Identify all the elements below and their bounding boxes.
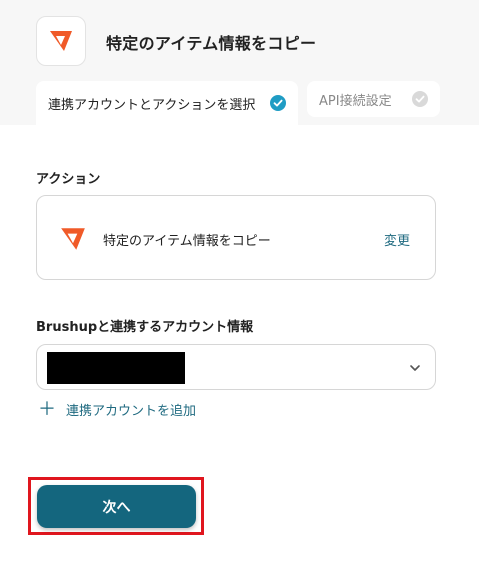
- action-card: 特定のアイテム情報をコピー 変更: [36, 195, 436, 280]
- redacted-account-value: [47, 352, 185, 384]
- chevron-down-icon: [410, 365, 420, 371]
- tab-api-settings[interactable]: API接続設定: [307, 81, 440, 117]
- account-select[interactable]: [36, 344, 436, 390]
- tab-account-action[interactable]: 連携アカウントとアクションを選択: [36, 81, 298, 125]
- action-name: 特定のアイテム情報をコピー: [103, 234, 271, 249]
- header: 特定のアイテム情報をコピー 連携アカウントとアクションを選択 API接続設定: [0, 0, 479, 125]
- action-section-label: アクション: [36, 172, 101, 187]
- plus-icon: ＋: [38, 398, 56, 420]
- tab-label: API接続設定: [319, 93, 392, 109]
- change-action-link[interactable]: 変更: [384, 230, 410, 249]
- check-circle-icon: [412, 91, 428, 107]
- account-section-label: Brushupと連携するアカウント情報: [36, 320, 254, 335]
- tab-label: 連携アカウントとアクションを選択: [48, 97, 256, 113]
- check-circle-icon: [270, 95, 286, 111]
- add-account-link[interactable]: ＋ 連携アカウントを追加: [38, 400, 196, 419]
- app-logo: [36, 16, 86, 66]
- next-button[interactable]: 次へ: [37, 485, 196, 528]
- page-title: 特定のアイテム情報をコピー: [106, 34, 317, 53]
- add-account-label: 連携アカウントを追加: [66, 404, 197, 419]
- brushup-logo-icon: [61, 228, 85, 250]
- brushup-logo-icon: [50, 31, 72, 51]
